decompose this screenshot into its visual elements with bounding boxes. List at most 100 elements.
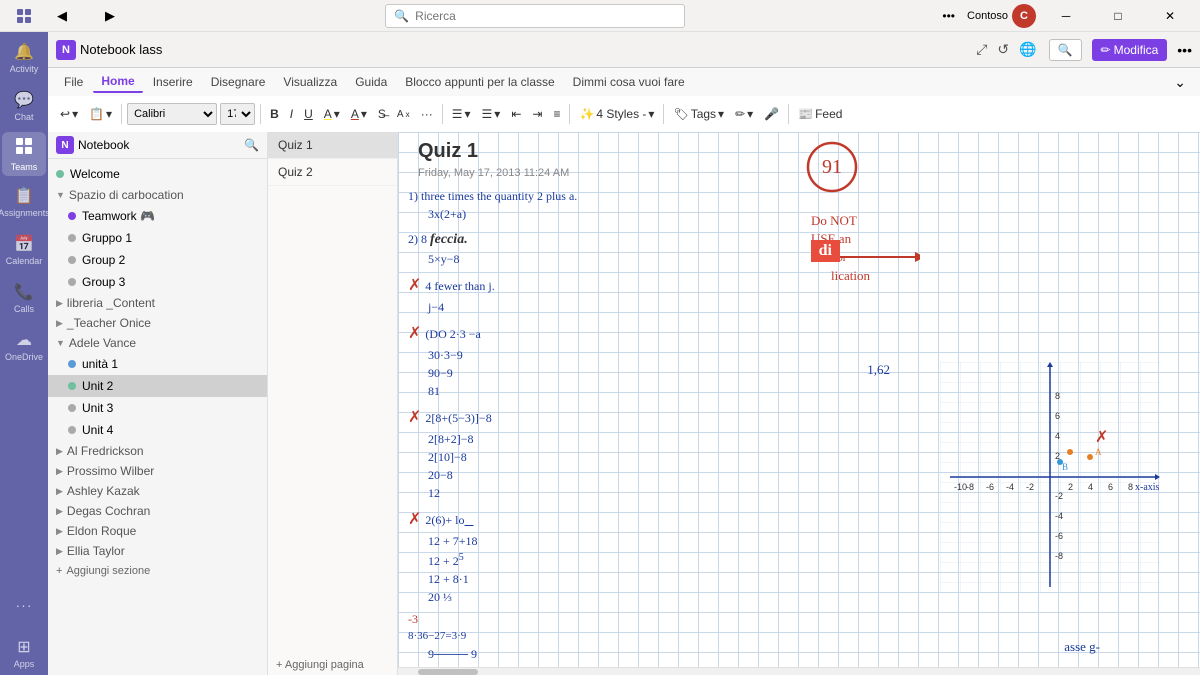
edit-button[interactable]: ✏ Modifica [1092, 39, 1168, 61]
indent-decrease-button[interactable]: ⇤ [507, 101, 525, 127]
sidebar-search-button[interactable]: 🔍 [244, 138, 259, 152]
section-group-adele[interactable]: ▼ Adele Vance [48, 333, 267, 353]
minimize-button[interactable]: ─ [1044, 0, 1088, 32]
page-item-quiz2[interactable]: Quiz 2 [268, 159, 397, 186]
section-group-spazio[interactable]: ▼ Spazio di carbocation [48, 185, 267, 205]
tab-insert[interactable]: Inserire [145, 72, 201, 92]
bold-button[interactable]: B [266, 101, 283, 127]
section-group-libreria[interactable]: ▶ libreria _Content [48, 293, 267, 313]
canvas-wrapper[interactable]: Quiz 1 Friday, May 17, 2013 11:24 AM 91 … [398, 132, 1200, 675]
section-label-unit3: Unit 3 [82, 401, 113, 415]
section-group2[interactable]: Group 2 [48, 249, 267, 271]
font-color-button[interactable]: A ▾ [347, 101, 371, 127]
nav-label-onedrive: OneDrive [5, 352, 43, 362]
section-gruppo1[interactable]: Gruppo 1 [48, 227, 267, 249]
section-unit4[interactable]: Unit 4 [48, 419, 267, 441]
section-unita1[interactable]: unità 1 [48, 353, 267, 375]
maximize-button[interactable]: □ [1096, 0, 1140, 32]
mic-button[interactable]: 🎤 [760, 101, 783, 127]
tab-classnotebook[interactable]: Blocco appunti per la classe [397, 72, 562, 92]
add-section-button[interactable]: + Aggiungi sezione [48, 561, 267, 581]
nav-rail: 🔔 Activity 💬 Chat Teams 📋 Assignments � [0, 32, 48, 675]
section-group-degas[interactable]: ▶ Degas Cochran [48, 501, 267, 521]
highlight-button[interactable]: A ▾ [320, 101, 344, 127]
section-group-teacher[interactable]: ▶ _Teacher Onice [48, 313, 267, 333]
more-text-button[interactable]: ··· [417, 101, 437, 127]
content-area: N Notebook lass ⤢ ↺ 🌐 🔍 ✏ Modifica ••• F… [48, 32, 1200, 675]
section-group-ellia[interactable]: ▶ Ellia Taylor [48, 541, 267, 561]
strikethrough-button[interactable]: S̶ [374, 101, 390, 127]
svg-text:-8: -8 [1055, 551, 1063, 561]
clipboard-button[interactable]: 📋 ▾ [85, 101, 116, 127]
section-teamwork[interactable]: Teamwork 🎮 [48, 205, 267, 227]
section-group3[interactable]: Group 3 [48, 271, 267, 293]
nav-item-apps[interactable]: ⊞ Apps [2, 631, 46, 675]
section-unit2[interactable]: Unit 2 [48, 375, 267, 397]
section-dot-teamwork [68, 212, 76, 220]
app-shell: 🔔 Activity 💬 Chat Teams 📋 Assignments � [0, 32, 1200, 675]
section-group-alfredrickson[interactable]: ▶ Al Fredrickson [48, 441, 267, 461]
highlight-icon: A [324, 107, 332, 121]
nav-item-calendar[interactable]: 📅 Calendar [2, 228, 46, 272]
tab-draw[interactable]: Disegnare [203, 72, 274, 92]
more-icon: ··· [16, 597, 33, 613]
bullets-button[interactable]: ☰▾ [448, 101, 475, 127]
nav-item-chat[interactable]: 💬 Chat [2, 84, 46, 128]
chat-icon: 💬 [14, 90, 34, 110]
superscript-button[interactable]: Ax [393, 101, 414, 127]
styles-button[interactable]: ✨ 4 Styles - ▾ [575, 101, 658, 127]
draw-mode-button[interactable]: ✏ ▾ [731, 101, 757, 127]
restore-icon[interactable]: ⤢ [976, 41, 987, 58]
font-size-select[interactable]: 17 [220, 103, 255, 125]
nav-item-more[interactable]: ··· [2, 583, 46, 627]
more-options-icon[interactable]: ••• [938, 5, 959, 27]
nav-item-onedrive[interactable]: ☁ OneDrive [2, 324, 46, 368]
font-family-select[interactable]: Calibri [127, 103, 217, 125]
align-button[interactable]: ≡ [549, 101, 564, 127]
horizontal-scrollbar[interactable] [398, 667, 1200, 675]
globe-icon[interactable]: 🌐 [1019, 41, 1036, 58]
user-profile[interactable]: Contoso C [967, 4, 1036, 28]
tab-tellme[interactable]: Dimmi cosa vuoi fare [565, 72, 693, 92]
section-group-prossimo[interactable]: ▶ Prossimo Wilber [48, 461, 267, 481]
nav-item-assignments[interactable]: 📋 Assignments [2, 180, 46, 224]
nav-item-activity[interactable]: 🔔 Activity [2, 36, 46, 80]
tab-help[interactable]: Guida [347, 72, 395, 92]
tab-home[interactable]: Home [93, 71, 142, 93]
back-button[interactable]: ◀ [40, 0, 84, 32]
section-unit3[interactable]: Unit 3 [48, 397, 267, 419]
section-group-label-teacher: _Teacher Onice [67, 316, 151, 330]
styles-label: 4 Styles - [596, 107, 646, 121]
notebook-body: N Notebook 🔍 Welcome ▼ Spazio di carboca… [48, 132, 1200, 675]
chevron-ellia: ▶ [56, 546, 63, 557]
section-welcome[interactable]: Welcome [48, 163, 267, 185]
close-button[interactable]: ✕ [1148, 0, 1192, 32]
numbering-icon: ☰ [482, 107, 493, 121]
sep1 [121, 104, 122, 124]
expand-ribbon-icon[interactable]: ⌄ [1168, 72, 1192, 93]
more-options-button[interactable]: ••• [1177, 42, 1192, 58]
refresh-icon[interactable]: ↺ [997, 41, 1009, 58]
bullets-dropdown-icon: ▾ [464, 107, 470, 121]
add-page-button[interactable]: + Aggiungi pagina [268, 655, 397, 675]
undo-button[interactable]: ↩ ▾ [56, 101, 82, 127]
section-dot-gruppo1 [68, 234, 76, 242]
tags-button[interactable]: 🏷 Tags ▾ [669, 101, 728, 127]
section-group-ashley[interactable]: ▶ Ashley Kazak [48, 481, 267, 501]
indent-increase-button[interactable]: ⇥ [528, 101, 546, 127]
nav-item-calls[interactable]: 📞 Calls [2, 276, 46, 320]
numbering-button[interactable]: ☰▾ [478, 101, 505, 127]
nav-item-teams[interactable]: Teams [2, 132, 46, 176]
section-group-eldon[interactable]: ▶ Eldon Roque [48, 521, 267, 541]
score-circle: 91 [805, 140, 860, 198]
forward-button[interactable]: ▶ [88, 0, 132, 32]
feed-button[interactable]: 📰 Feed [794, 101, 846, 127]
italic-button[interactable]: I [286, 101, 297, 127]
tab-file[interactable]: File [56, 72, 91, 92]
svg-text:-8: -8 [966, 482, 974, 492]
tab-view[interactable]: Visualizza [275, 72, 345, 92]
search-input[interactable] [415, 9, 655, 23]
page-item-quiz1[interactable]: Quiz 1 [268, 132, 397, 159]
underline-button[interactable]: U [300, 101, 317, 127]
search-button[interactable]: 🔍 [1049, 39, 1082, 61]
